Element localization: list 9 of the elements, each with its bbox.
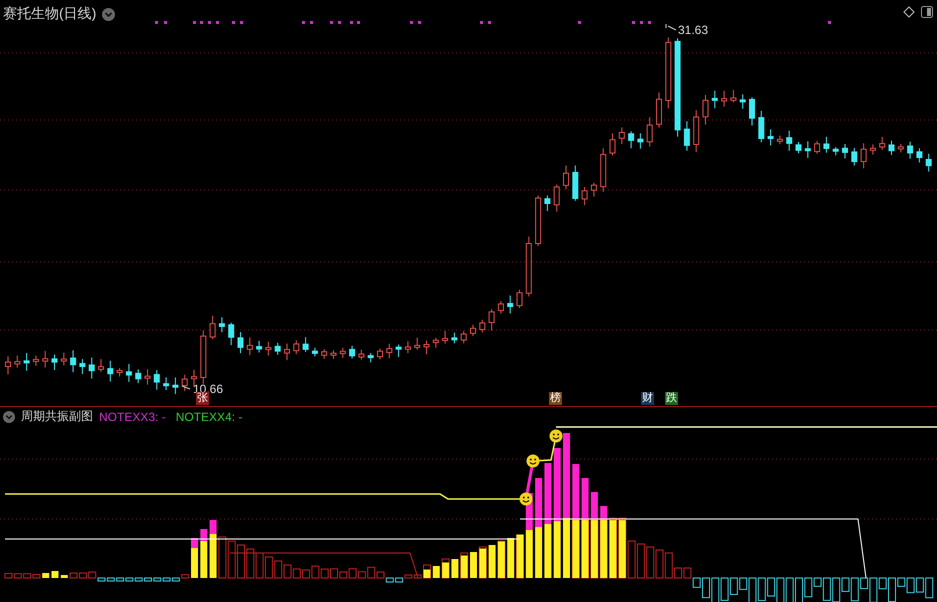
chart-title: 赛托生物(日线) xyxy=(3,5,96,23)
signal-tag: 榜 xyxy=(549,392,562,405)
signal-tag: 财 xyxy=(641,392,654,405)
legend-text: NOTEXX4: - xyxy=(176,410,242,424)
signal-tag: 张 xyxy=(196,392,209,405)
indicator-title: 周期共振副图 xyxy=(21,408,93,425)
high-price-label: 31.63 xyxy=(678,23,708,37)
signal-tag: 跌 xyxy=(665,392,678,405)
legend-text: NOTEXX3: - xyxy=(99,410,166,424)
